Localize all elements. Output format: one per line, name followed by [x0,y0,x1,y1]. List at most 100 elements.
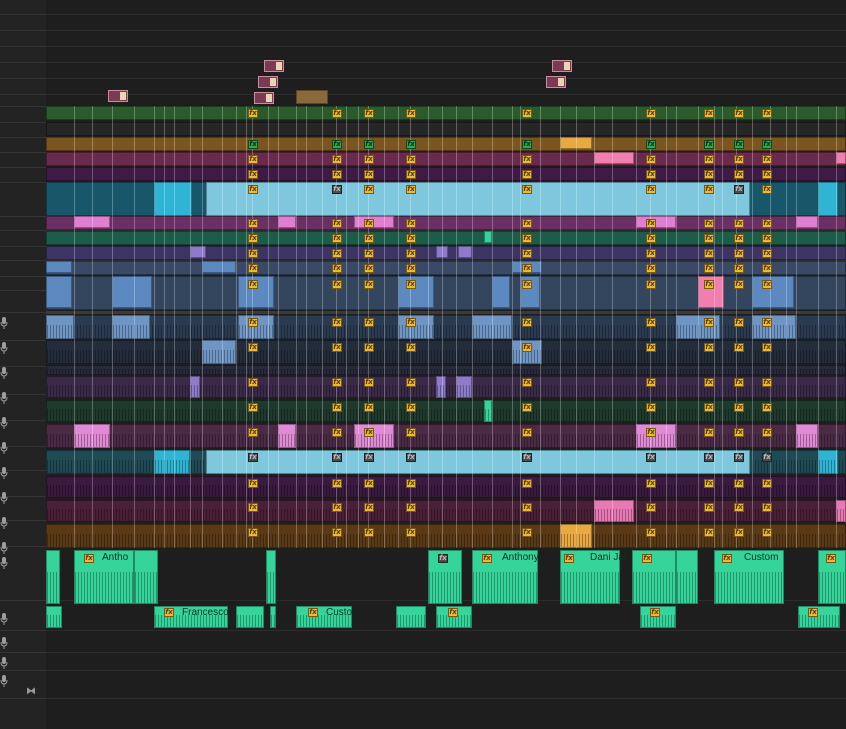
audio-track-strip[interactable] [46,476,846,498]
fx-badge[interactable]: fx [364,140,374,149]
fx-badge[interactable]: fx [332,479,342,488]
fit-sequence-icon[interactable]: ⧓ [26,687,38,697]
microphone-icon[interactable] [0,556,8,569]
fx-badge[interactable]: fx [364,479,374,488]
fx-badge[interactable]: fx [646,378,656,387]
fx-badge[interactable]: fx [522,453,532,462]
audio-clip-green[interactable] [266,550,276,604]
audio-track-strip[interactable] [46,524,846,548]
microphone-icon[interactable] [0,316,8,329]
fx-badge[interactable]: fx [704,528,714,537]
title-clip[interactable] [296,90,328,104]
fx-badge[interactable]: fx [646,280,656,289]
video-clip[interactable] [46,261,72,273]
fx-badge[interactable]: fx [248,280,258,289]
fx-badge[interactable]: fx [522,185,532,194]
audio-clip[interactable] [636,424,676,448]
fx-badge[interactable]: fx [248,428,258,437]
fx-badge[interactable]: fx [248,479,258,488]
video-clip[interactable] [636,216,676,228]
fx-badge[interactable]: fx [762,185,772,194]
audio-clip[interactable] [190,376,200,398]
fx-badge[interactable]: fx [704,185,714,194]
fx-badge[interactable]: fx [406,264,416,273]
fx-badge[interactable]: fx [646,249,656,258]
microphone-icon[interactable] [0,491,8,504]
fx-badge[interactable]: fx [406,140,416,149]
fx-badge[interactable]: fx [762,234,772,243]
fx-badge[interactable]: fx [308,608,318,617]
audio-clip[interactable] [112,315,150,339]
video-clip[interactable] [202,261,236,273]
fx-badge[interactable]: fx [704,343,714,352]
fx-badge[interactable]: fx [734,503,744,512]
fx-badge[interactable]: fx [522,343,532,352]
microphone-icon[interactable] [0,466,8,479]
audio-clip[interactable] [436,376,446,398]
fx-badge[interactable]: fx [734,109,744,118]
video-clip[interactable] [752,276,794,308]
fx-badge[interactable]: fx [704,170,714,179]
fx-badge[interactable]: fx [406,318,416,327]
audio-clip-green[interactable] [270,606,276,628]
microphone-icon[interactable] [0,391,8,404]
fx-badge[interactable]: fx [704,249,714,258]
fx-badge[interactable]: fx [332,503,342,512]
audio-clip-green[interactable] [676,550,698,604]
video-clip[interactable] [278,216,296,228]
microphone-icon[interactable] [0,516,8,529]
fx-badge[interactable]: fx [704,318,714,327]
fx-badge[interactable]: fx [646,170,656,179]
fx-badge[interactable]: fx [406,109,416,118]
fx-badge[interactable]: fx [704,479,714,488]
fx-badge[interactable]: fx [762,264,772,273]
fx-badge[interactable]: fx [734,280,744,289]
fx-badge[interactable]: fx [406,280,416,289]
fx-badge[interactable]: fx [704,109,714,118]
fx-badge[interactable]: fx [406,185,416,194]
fx-badge[interactable]: fx [704,264,714,273]
fx-badge[interactable]: fx [248,155,258,164]
fx-badge[interactable]: fx [734,343,744,352]
fx-badge[interactable]: fx [734,479,744,488]
fx-badge[interactable]: fx [762,343,772,352]
fx-badge[interactable]: fx [406,528,416,537]
audio-clip[interactable] [836,500,846,522]
fx-badge[interactable]: fx [522,403,532,412]
fx-badge[interactable]: fx [522,378,532,387]
video-track-clip-strip[interactable] [46,261,846,275]
fx-badge[interactable]: fx [734,453,744,462]
microphone-icon[interactable] [0,416,8,429]
fx-badge[interactable]: fx [762,140,772,149]
microphone-icon[interactable] [0,636,8,649]
adjustment-clip[interactable] [206,182,750,216]
fx-badge[interactable]: fx [646,140,656,149]
fx-badge[interactable]: fx [406,170,416,179]
fx-badge[interactable]: fx [364,264,374,273]
video-clip[interactable] [154,182,192,216]
title-clip[interactable] [254,92,274,104]
fx-badge[interactable]: fx [646,343,656,352]
fx-badge[interactable]: fx [734,140,744,149]
video-track-clip-strip[interactable] [46,231,846,245]
video-track-clip-strip[interactable] [46,122,846,136]
audio-clip-green[interactable] [134,550,158,604]
fx-badge[interactable]: fx [332,109,342,118]
fx-badge[interactable]: fx [248,109,258,118]
fx-badge[interactable]: fx [406,403,416,412]
fx-badge[interactable]: fx [248,453,258,462]
fx-badge[interactable]: fx [734,403,744,412]
audio-clip-green[interactable] [396,606,426,628]
fx-badge[interactable]: fx [734,219,744,228]
fx-badge[interactable]: fx [332,185,342,194]
fx-badge[interactable]: fx [332,280,342,289]
fx-badge[interactable]: fx [364,403,374,412]
audio-track-strip[interactable] [46,315,846,339]
fx-badge[interactable]: fx [762,109,772,118]
fx-badge[interactable]: fx [734,234,744,243]
fx-badge[interactable]: fx [364,428,374,437]
fx-badge[interactable]: fx [762,403,772,412]
audio-clip[interactable] [354,424,394,448]
video-clip[interactable] [458,246,472,258]
fx-badge[interactable]: fx [704,403,714,412]
